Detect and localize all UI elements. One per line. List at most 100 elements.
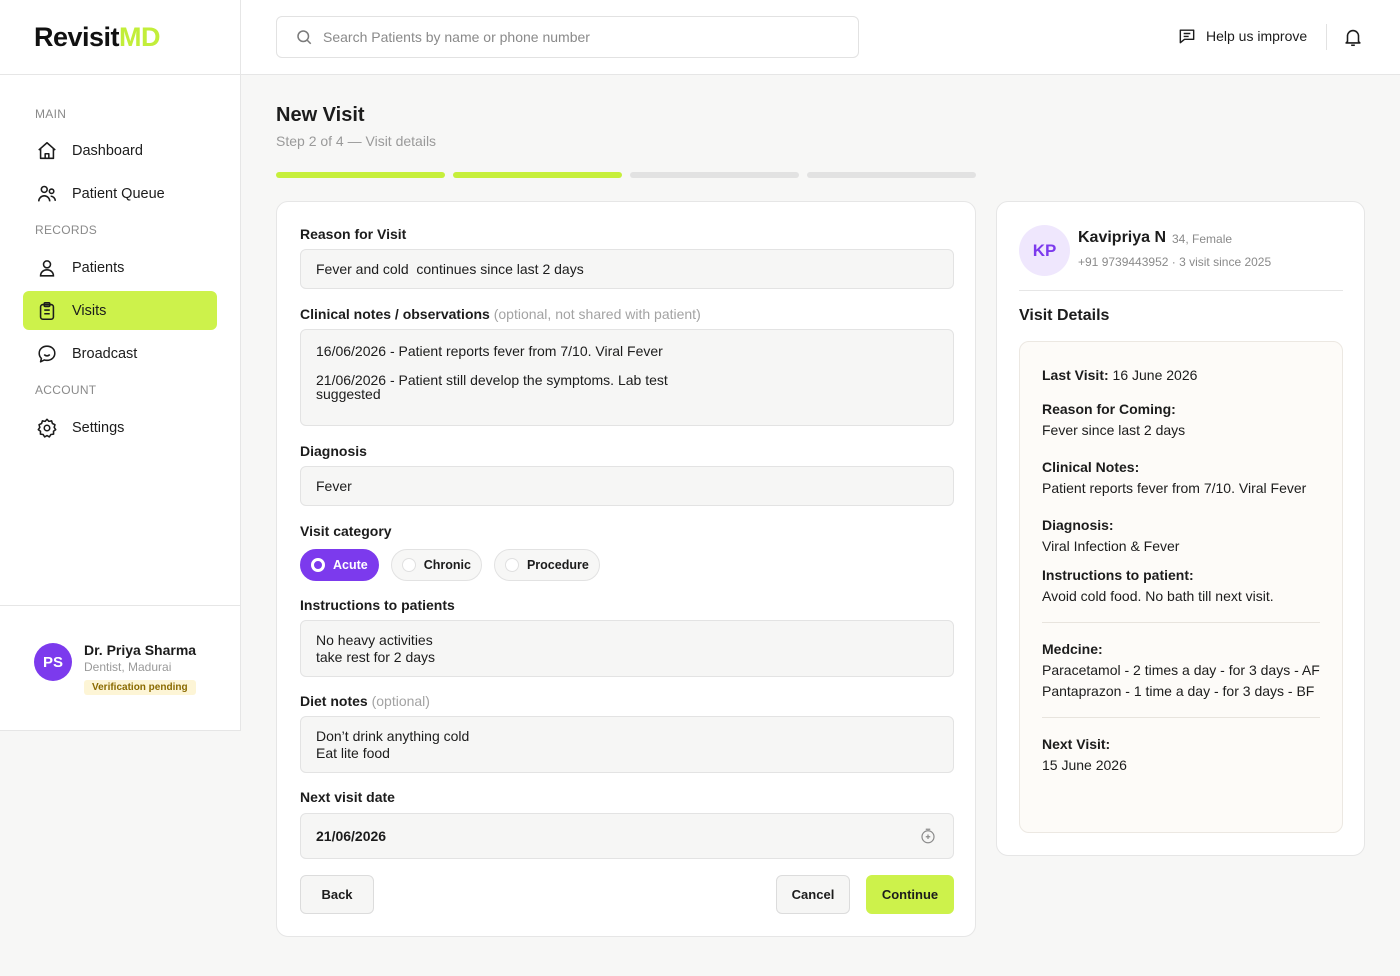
step-3-bar [630, 172, 799, 178]
visit-details-box: Last Visit: 16 June 2026 Reason for Comi… [1019, 341, 1343, 833]
logo-text: Revisit [34, 21, 120, 52]
verification-badge: Verification pending [84, 680, 196, 695]
next-visit-detail: 15 June 2026 [1042, 757, 1127, 773]
category-label: Procedure [526, 558, 589, 572]
radio-indicator [504, 558, 519, 572]
medicine-heading: Medcine: [1042, 641, 1103, 657]
back-label: Back [321, 887, 353, 902]
page-title: New Visit [276, 104, 365, 126]
diet-line: Eat lite food [316, 744, 390, 761]
logo-accent-text: MD [119, 21, 161, 52]
visit-details-title: Visit Details [1019, 307, 1110, 324]
app-logo[interactable]: RevisitMD [34, 21, 161, 53]
sidebar-item-label: Patient Queue [72, 185, 165, 202]
category-label: Chronic [423, 558, 471, 572]
step-2-bar [453, 172, 622, 178]
category-procedure-radio[interactable]: Procedure [493, 549, 600, 581]
diagnosis-heading: Diagnosis: [1042, 517, 1114, 533]
clinical-notes-hint: (optional, not shared with patient) [493, 306, 701, 322]
search-box[interactable] [276, 16, 859, 58]
clinical-notes-label: Clinical notes / observations (optional,… [300, 306, 701, 322]
sidebar-item-label: Visits [72, 302, 107, 319]
last-visit-value: 16 June 2026 [1112, 367, 1198, 383]
medicine-item: Pantaprazon - 1 time a day - for 3 days … [1042, 683, 1315, 699]
radio-indicator [401, 558, 416, 572]
instructions-textarea[interactable]: No heavy activities take rest for 2 days [300, 620, 954, 677]
next-visit-date-input[interactable]: 21/06/2026 [300, 813, 954, 859]
logo-area: RevisitMD [0, 0, 240, 75]
patient-age-gender: 34, Female [1172, 232, 1233, 246]
patient-name: Kavipriya N [1078, 229, 1167, 246]
chat-icon [36, 343, 58, 365]
medicine-item: Paracetamol - 2 times a day - for 3 days… [1042, 662, 1320, 678]
patient-avatar: KP [1019, 225, 1070, 276]
details-separator [1042, 622, 1320, 623]
visit-category-label: Visit category [300, 523, 392, 539]
step-4-bar [807, 172, 976, 178]
section-label-records: RECORDS [35, 223, 98, 237]
section-label-main: MAIN [35, 107, 67, 121]
divider [1019, 290, 1343, 291]
diet-notes-textarea[interactable]: Don’t drink anything cold Eat lite food [300, 716, 954, 773]
gear-icon [36, 417, 58, 439]
user-profile[interactable]: PS Dr. Priya Sharma Dentist, Madurai Ver… [0, 605, 240, 731]
last-visit-label: Last Visit: [1042, 367, 1109, 383]
diagnosis-block: Diagnosis: Viral Infection & Fever [1042, 515, 1320, 557]
diagnosis-input[interactable]: Fever [300, 466, 954, 506]
instructions-detail: Avoid cold food. No bath till next visit… [1042, 588, 1274, 604]
help-label: Help us improve [1206, 28, 1308, 44]
clinical-notes-heading: Clinical Notes: [1042, 459, 1140, 475]
home-icon [36, 140, 58, 162]
section-label-account: ACCOUNT [35, 383, 97, 397]
bell-icon [1342, 26, 1364, 48]
page-subtitle: Step 2 of 4 — Visit details [276, 133, 437, 149]
sidebar-item-label: Settings [72, 419, 125, 436]
visit-form: Reason for Visit Fever and cold continue… [276, 201, 976, 937]
clinical-note-line: 16/06/2026 - Patient reports fever from … [316, 343, 663, 359]
feedback-icon [1177, 26, 1197, 46]
patient-info-card: KP Kavipriya N 34, Female +91 9739443952… [996, 201, 1365, 856]
cancel-button[interactable]: Cancel [776, 875, 850, 914]
clinical-notes-value: Patient reports fever from 7/10. Viral F… [1042, 480, 1307, 496]
reason-block: Reason for Coming: Fever since last 2 da… [1042, 399, 1320, 441]
calendar-icon[interactable] [919, 827, 937, 845]
diet-notes-label: Diet notes (optional) [300, 693, 430, 709]
sidebar-item-patient-queue[interactable]: Patient Queue [23, 174, 217, 213]
search-input[interactable] [323, 29, 843, 45]
back-button[interactable]: Back [300, 875, 374, 914]
diagnosis-label: Diagnosis [300, 443, 367, 459]
patient-phone: +91 9739443952 · 3 visit since 2025 [1078, 255, 1272, 269]
next-visit-date-value: 21/06/2026 [316, 828, 387, 844]
reason-label: Reason for Visit [300, 226, 407, 242]
diagnosis-detail: Viral Infection & Fever [1042, 538, 1180, 554]
sidebar-item-broadcast[interactable]: Broadcast [23, 334, 217, 373]
sidebar: RevisitMD MAIN Dashboard Patient Queue R… [0, 0, 241, 731]
next-visit-date-label: Next visit date [300, 789, 395, 805]
diet-notes-title: Diet notes [300, 693, 368, 709]
sidebar-item-visits[interactable]: Visits [23, 291, 217, 330]
category-acute-radio[interactable]: Acute [300, 549, 379, 581]
continue-button[interactable]: Continue [866, 875, 954, 914]
clinical-notes-block: Clinical Notes: Patient reports fever fr… [1042, 457, 1320, 499]
clinical-note-line: 21/06/2026 - Patient still develop the s… [316, 372, 668, 402]
category-chronic-radio[interactable]: Chronic [390, 549, 482, 581]
instructions-line: take rest for 2 days [316, 648, 436, 665]
reason-coming-value: Fever since last 2 days [1042, 422, 1186, 438]
sidebar-item-settings[interactable]: Settings [23, 408, 217, 447]
details-separator [1042, 717, 1320, 718]
next-visit-block: Next Visit: 15 June 2026 [1042, 734, 1320, 776]
clinical-notes-textarea[interactable]: 16/06/2026 - Patient reports fever from … [300, 329, 954, 426]
reason-input[interactable]: Fever and cold continues since last 2 da… [300, 249, 954, 289]
step-progress [276, 172, 976, 178]
next-visit-heading: Next Visit: [1042, 736, 1111, 752]
sidebar-item-label: Patients [72, 259, 125, 276]
sidebar-item-label: Broadcast [72, 345, 138, 362]
cancel-label: Cancel [791, 887, 835, 902]
category-label: Acute [333, 558, 368, 572]
sidebar-item-patients[interactable]: Patients [23, 248, 217, 287]
notifications-button[interactable] [1342, 26, 1364, 48]
diet-notes-hint: (optional) [371, 693, 430, 709]
continue-label: Continue [881, 887, 939, 902]
sidebar-item-dashboard[interactable]: Dashboard [23, 131, 217, 170]
help-improve-button[interactable]: Help us improve [1177, 26, 1307, 46]
